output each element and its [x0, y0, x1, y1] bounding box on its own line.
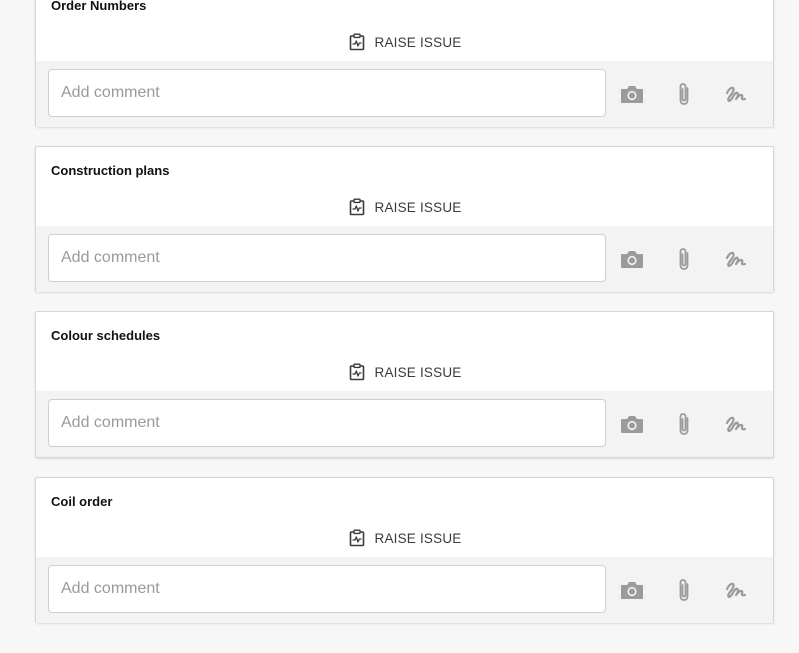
- signature-icon: [723, 83, 749, 105]
- signature-button[interactable]: [722, 576, 750, 604]
- raise-issue-label: RAISE ISSUE: [374, 364, 462, 380]
- paperclip-icon: [675, 81, 693, 107]
- checklist-card: Construction plans RAISE ISSUE: [35, 146, 774, 292]
- camera-button[interactable]: [618, 80, 646, 108]
- camera-icon: [619, 83, 645, 105]
- attach-button[interactable]: [670, 576, 698, 604]
- raise-issue-label: RAISE ISSUE: [374, 530, 462, 546]
- attach-button[interactable]: [670, 410, 698, 438]
- checklist-card: Coil order RAISE ISSUE: [35, 477, 774, 623]
- signature-icon: [723, 248, 749, 270]
- comment-input[interactable]: [48, 234, 606, 282]
- clipboard-pulse-icon: [348, 33, 366, 51]
- comment-input[interactable]: [48, 69, 606, 117]
- clipboard-pulse-icon: [348, 529, 366, 547]
- signature-button[interactable]: [722, 410, 750, 438]
- raise-issue-button[interactable]: RAISE ISSUE: [36, 526, 773, 550]
- camera-icon: [619, 579, 645, 601]
- signature-button[interactable]: [722, 80, 750, 108]
- paperclip-icon: [675, 411, 693, 437]
- checklist-card: Order Numbers RAISE ISSUE: [35, 0, 774, 127]
- card-title: Order Numbers: [51, 0, 147, 13]
- comment-bar: [36, 61, 773, 127]
- raise-issue-button[interactable]: RAISE ISSUE: [36, 195, 773, 219]
- comment-input[interactable]: [48, 399, 606, 447]
- card-title: Coil order: [51, 494, 113, 509]
- paperclip-icon: [675, 246, 693, 272]
- paperclip-icon: [675, 577, 693, 603]
- raise-issue-label: RAISE ISSUE: [374, 34, 462, 50]
- attach-button[interactable]: [670, 245, 698, 273]
- comment-bar: [36, 226, 773, 292]
- clipboard-pulse-icon: [348, 198, 366, 216]
- raise-issue-button[interactable]: RAISE ISSUE: [36, 30, 773, 54]
- signature-icon: [723, 579, 749, 601]
- signature-icon: [723, 413, 749, 435]
- camera-icon: [619, 413, 645, 435]
- card-title: Colour schedules: [51, 328, 161, 343]
- checklist-card: Colour schedules RAISE ISSUE: [35, 311, 774, 458]
- raise-issue-label: RAISE ISSUE: [374, 199, 462, 215]
- camera-button[interactable]: [618, 576, 646, 604]
- clipboard-pulse-icon: [348, 363, 366, 381]
- card-title: Construction plans: [51, 163, 170, 178]
- comment-input[interactable]: [48, 565, 606, 613]
- camera-button[interactable]: [618, 410, 646, 438]
- camera-icon: [619, 248, 645, 270]
- raise-issue-button[interactable]: RAISE ISSUE: [36, 360, 773, 384]
- comment-bar: [36, 557, 773, 623]
- comment-bar: [36, 391, 773, 457]
- signature-button[interactable]: [722, 245, 750, 273]
- attach-button[interactable]: [670, 80, 698, 108]
- camera-button[interactable]: [618, 245, 646, 273]
